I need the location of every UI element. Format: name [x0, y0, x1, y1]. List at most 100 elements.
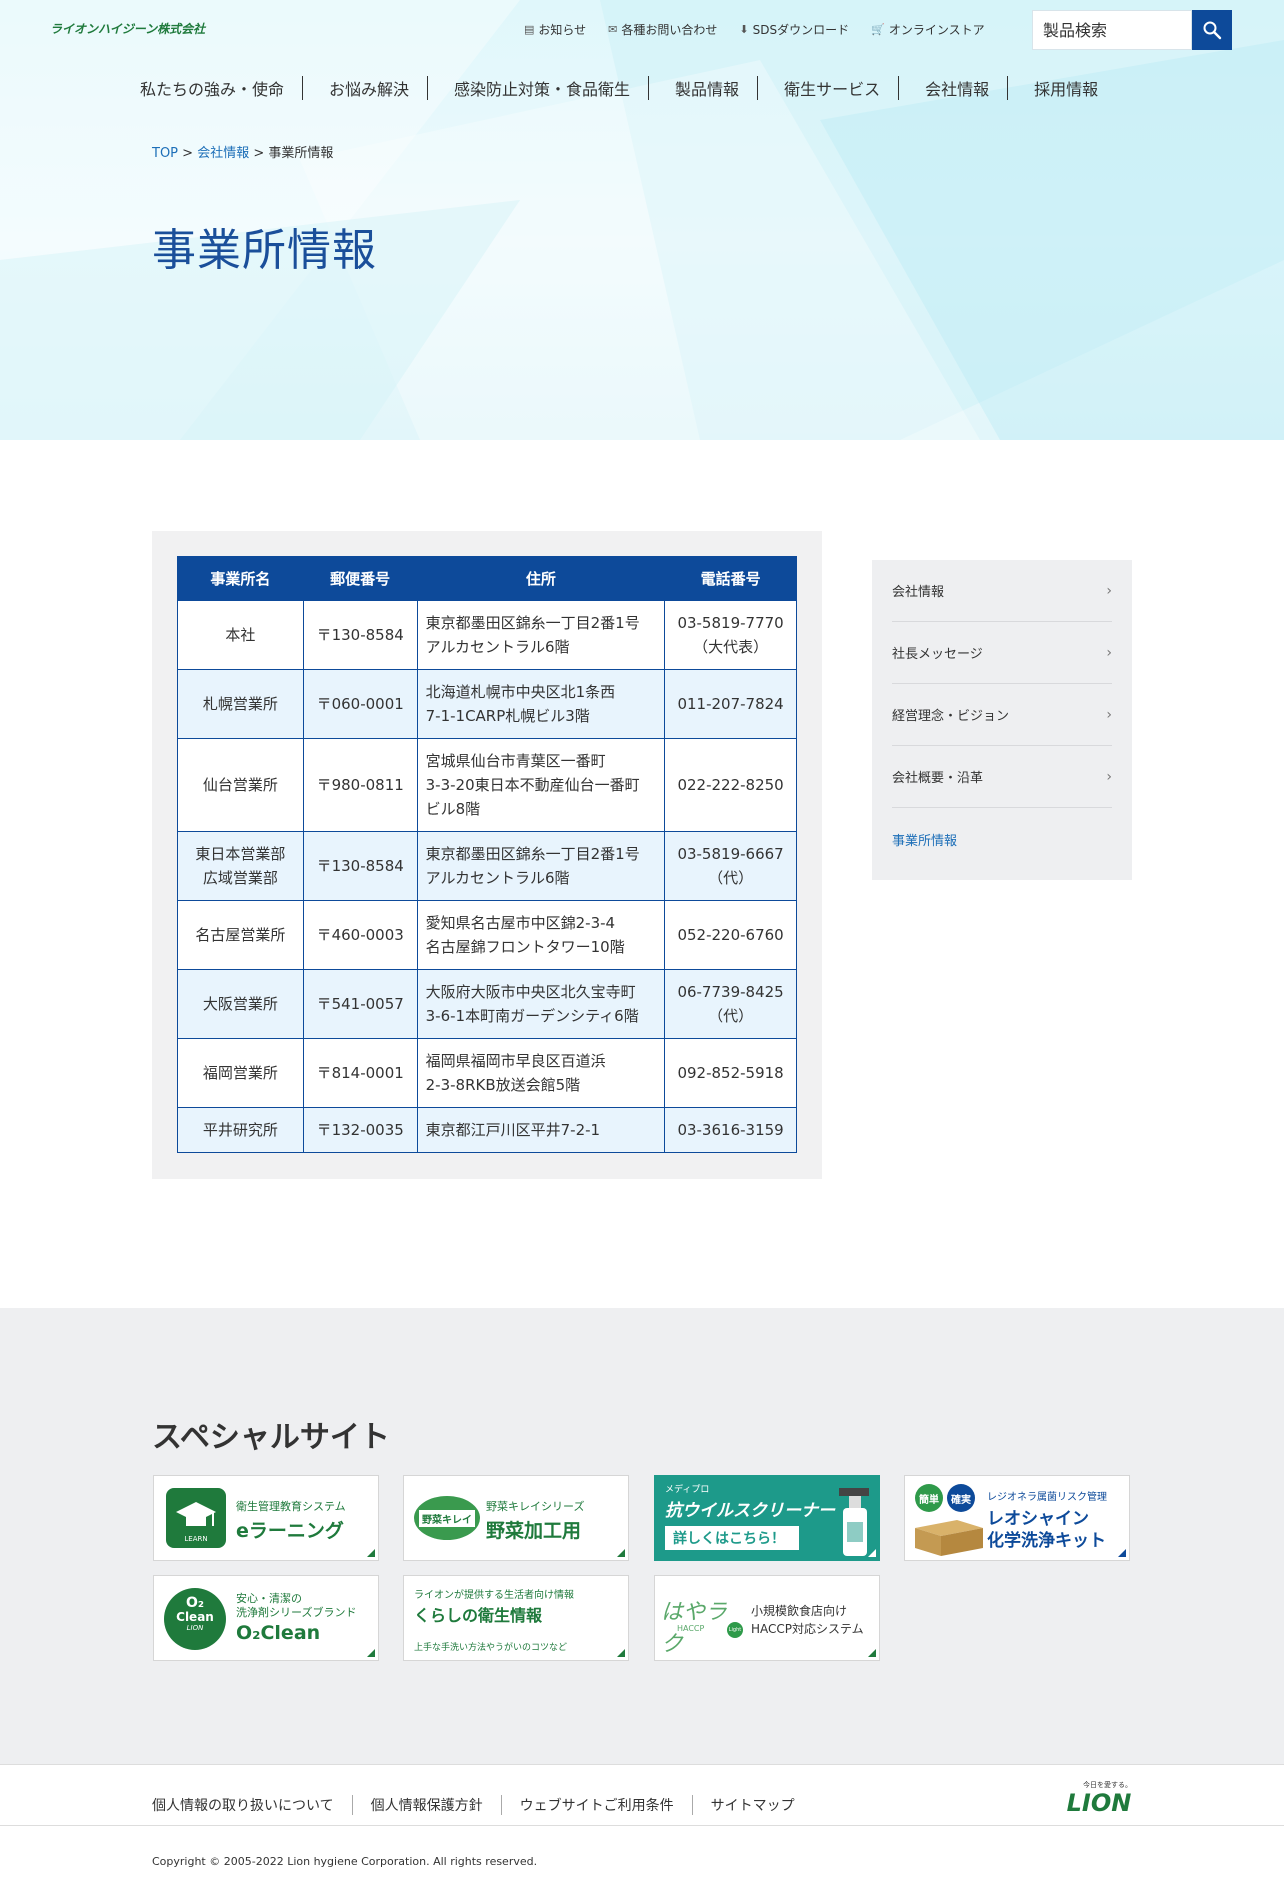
tag-easy-badge: 簡単: [915, 1484, 943, 1512]
office-address: 東京都墨田区錦糸一丁目2番1号 アルカセントラル6階: [416, 600, 666, 670]
search-icon: [1203, 21, 1222, 40]
footer: 個人情報の取り扱いについて 個人情報保護方針 ウェブサイトご利用条件 サイトマッ…: [0, 1764, 1284, 1886]
corner-arrow-icon: [1118, 1549, 1126, 1557]
office-name: 本社: [177, 600, 304, 670]
table-row: 東日本営業部 広域営業部 〒130-8584 東京都墨田区錦糸一丁目2番1号 アルカ…: [177, 831, 797, 901]
utility-nav: ▤ お知らせ ✉ 各種お問い合わせ ⬇ SDSダウンロード 🛒 オンラインストア: [524, 21, 985, 38]
breadcrumb: TOP > 会社情報 > 事業所情報: [152, 142, 333, 161]
banner-o2clean[interactable]: O₂ Clean LION 安心・清潔の 洗浄剤シリーズブランド O₂Clean: [153, 1575, 379, 1661]
breadcrumb-current: 事業所情報: [268, 146, 334, 161]
search-input[interactable]: [1032, 10, 1192, 50]
banner-legionella[interactable]: 簡単 確実 レジオネラ属菌リスク管理 レオシャイン 化学洗浄キット: [904, 1475, 1130, 1561]
col-header-zip: 郵便番号: [302, 556, 418, 601]
side-nav-philosophy[interactable]: 経営理念・ビジョン ›: [892, 684, 1112, 746]
banner-antivirus[interactable]: メディプロ 抗ウイルスクリーナー 詳しくはこちら！: [654, 1475, 880, 1561]
breadcrumb-company[interactable]: 会社情報: [197, 146, 249, 161]
corner-arrow-icon: [367, 1649, 375, 1657]
news-icon: ▤: [524, 23, 535, 36]
utility-link-store[interactable]: 🛒 オンラインストア: [871, 21, 984, 38]
footer-link-privacy-handling[interactable]: 個人情報の取り扱いについて: [152, 1795, 334, 1815]
office-phone: 022-222-8250: [664, 738, 797, 832]
corner-arrow-icon: [617, 1549, 625, 1557]
chevron-right-icon: ›: [1106, 706, 1112, 723]
footer-divider-line: [0, 1825, 1284, 1826]
footer-nav: 個人情報の取り扱いについて 個人情報保護方針 ウェブサイトご利用条件 サイトマッ…: [152, 1795, 795, 1815]
office-zip: 〒060-0001: [302, 669, 418, 739]
office-address: 福岡県福岡市早良区百道浜 2-3-8RKB放送会館5階: [416, 1038, 666, 1108]
chevron-right-icon: ›: [1106, 644, 1112, 661]
copyright: Copyright © 2005-2022 Lion hygiene Corpo…: [152, 1855, 538, 1868]
office-phone: 03-5819-6667 （代）: [664, 831, 797, 901]
nav-item-infection[interactable]: 感染防止対策・食品衛生: [454, 76, 630, 100]
col-header-name: 事業所名: [177, 556, 304, 601]
nav-item-products[interactable]: 製品情報: [675, 76, 739, 100]
side-nav-company-info[interactable]: 会社情報 ›: [892, 560, 1112, 622]
office-zip: 〒814-0001: [302, 1038, 418, 1108]
footer-link-terms[interactable]: ウェブサイトご利用条件: [520, 1795, 674, 1815]
table-row: 名古屋営業所 〒460-0003 愛知県名古屋市中区錦2-3-4 名古屋錦フロント…: [177, 900, 797, 970]
nav-item-solutions[interactable]: お悩み解決: [329, 76, 409, 100]
office-name: 仙台営業所: [177, 738, 304, 832]
table-header-row: 事業所名 郵便番号 住所 電話番号: [177, 556, 797, 601]
side-nav-offices[interactable]: 事業所情報: [892, 808, 1112, 870]
office-phone: 06-7739-8425 （代）: [664, 969, 797, 1039]
nav-item-recruit[interactable]: 採用情報: [1034, 76, 1098, 100]
chevron-right-icon: ›: [1106, 768, 1112, 785]
nav-item-strengths[interactable]: 私たちの強み・使命: [140, 76, 284, 100]
special-sites-title: スペシャルサイト: [152, 1420, 390, 1455]
corner-arrow-icon: [868, 1549, 876, 1557]
nav-item-company[interactable]: 会社情報: [925, 76, 989, 100]
col-header-phone: 電話番号: [664, 556, 797, 601]
office-zip: 〒130-8584: [302, 831, 418, 901]
nav-divider: [302, 76, 304, 100]
office-name: 平井研究所: [177, 1107, 304, 1153]
side-nav-overview[interactable]: 会社概要・沿革 ›: [892, 746, 1112, 808]
footer-link-privacy-policy[interactable]: 個人情報保護方針: [371, 1795, 483, 1815]
company-logo[interactable]: ライオンハイジーン株式会社: [50, 20, 205, 37]
office-address: 東京都江戸川区平井7-2-1: [416, 1107, 666, 1153]
hayaraku-logo: はやラク HACCP Light: [661, 1600, 743, 1657]
download-icon: ⬇: [739, 23, 749, 36]
cart-icon: 🛒: [871, 23, 885, 36]
special-sites-section: スペシャルサイト LEARN 衛生管理教育システム eラーニング 野菜キレイ 野…: [0, 1308, 1284, 1764]
office-phone: 03-5819-7770 （大代表）: [664, 600, 797, 670]
office-zip: 〒132-0035: [302, 1107, 418, 1153]
table-row: 本社 〒130-8584 東京都墨田区錦糸一丁目2番1号 アルカセントラル6階 0…: [177, 600, 797, 670]
footer-link-sitemap[interactable]: サイトマップ: [711, 1795, 795, 1815]
office-table-panel: 事業所名 郵便番号 住所 電話番号 本社 〒130-8584 東京都墨田区錦糸一…: [152, 531, 822, 1179]
banner-yasai[interactable]: 野菜キレイ 野菜キレイシリーズ 野菜加工用: [403, 1475, 629, 1561]
banner-kurashi[interactable]: ライオンが提供する生活者向け情報 くらしの衛生情報 上手な手洗い方法やうがいのコ…: [403, 1575, 629, 1661]
search-button[interactable]: [1192, 10, 1232, 50]
utility-link-sds[interactable]: ⬇ SDSダウンロード: [739, 21, 849, 38]
page: ライオンハイジーン株式会社 ▤ お知らせ ✉ 各種お問い合わせ ⬇ SDSダウン…: [0, 0, 1284, 1886]
nav-item-services[interactable]: 衛生サービス: [784, 76, 880, 100]
lion-logo[interactable]: 今日を愛する。 LION: [1066, 1780, 1132, 1816]
office-name: 東日本営業部 広域営業部: [177, 831, 304, 901]
product-search: [1032, 10, 1232, 50]
nav-divider: [1007, 76, 1009, 100]
breadcrumb-top[interactable]: TOP: [152, 146, 178, 161]
table-row: 札幌営業所 〒060-0001 北海道札幌市中央区北1条西 7-1-1CARP札幌…: [177, 669, 797, 739]
utility-link-contact[interactable]: ✉ 各種お問い合わせ: [608, 21, 717, 38]
breadcrumb-sep: >: [253, 146, 265, 161]
utility-link-news[interactable]: ▤ お知らせ: [524, 21, 586, 38]
office-phone: 03-3616-3159: [664, 1107, 797, 1153]
office-address: 宮城県仙台市青葉区一番町 3-3-20東日本不動産仙台一番町 ビル8階: [416, 738, 666, 832]
corner-arrow-icon: [367, 1549, 375, 1557]
hero-header: ライオンハイジーン株式会社 ▤ お知らせ ✉ 各種お問い合わせ ⬇ SDSダウン…: [0, 0, 1284, 440]
office-name: 札幌営業所: [177, 669, 304, 739]
col-header-address: 住所: [416, 556, 666, 601]
office-address: 東京都墨田区錦糸一丁目2番1号 アルカセントラル6階: [416, 831, 666, 901]
side-nav-president-message[interactable]: 社長メッセージ ›: [892, 622, 1112, 684]
banner-hayaraku[interactable]: はやラク HACCP Light 小規模飲食店向け HACCP対応システム: [654, 1575, 880, 1661]
nav-divider: [898, 76, 900, 100]
office-phone: 052-220-6760: [664, 900, 797, 970]
office-table: 事業所名 郵便番号 住所 電話番号 本社 〒130-8584 東京都墨田区錦糸一…: [177, 556, 797, 1153]
o2clean-logo-icon: O₂ Clean LION: [164, 1588, 226, 1650]
banner-elearning[interactable]: LEARN 衛生管理教育システム eラーニング: [153, 1475, 379, 1561]
table-row: 大阪営業所 〒541-0057 大阪府大阪市中央区北久宝寺町 3-6-1本町南ガー…: [177, 969, 797, 1039]
spray-bottle-icon: [839, 1488, 869, 1556]
footer-divider: [500, 1795, 502, 1815]
kit-box-icon: [915, 1520, 983, 1556]
corner-arrow-icon: [617, 1649, 625, 1657]
